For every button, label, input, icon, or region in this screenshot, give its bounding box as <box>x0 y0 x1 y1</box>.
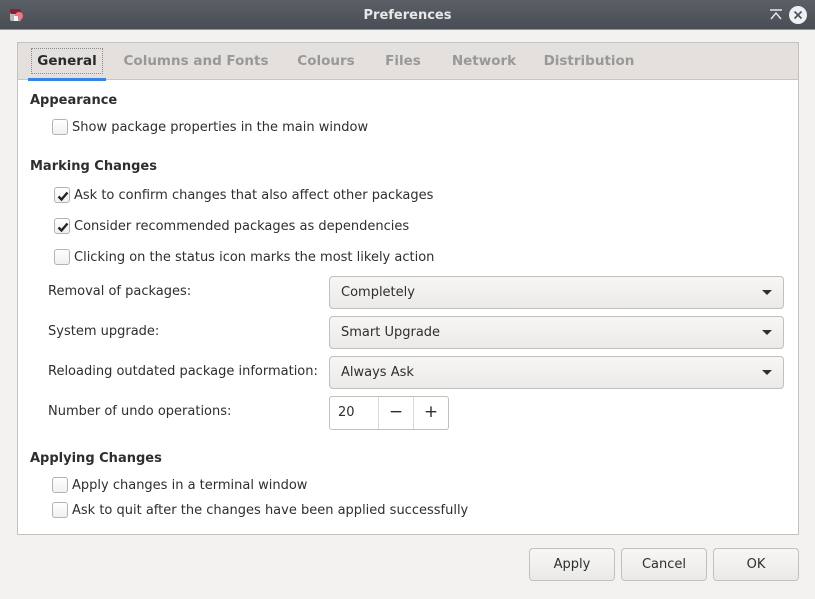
checkbox-unchecked[interactable] <box>52 119 68 135</box>
checkbox-unchecked[interactable] <box>54 249 70 265</box>
increment-button[interactable]: + <box>413 397 448 429</box>
keep-above-icon[interactable] <box>769 8 783 22</box>
tab-label: Columns and Fonts <box>123 53 269 69</box>
removal-combo[interactable]: Completely <box>329 276 784 309</box>
show-properties-checkbox[interactable]: Show package properties in the main wind… <box>52 117 368 137</box>
system-upgrade-label: System upgrade: <box>48 324 160 339</box>
checkbox-label: Consider recommended packages as depende… <box>74 218 410 234</box>
reloading-label: Reloading outdated package information: <box>48 364 318 379</box>
status-icon-checkbox[interactable]: Clicking on the status icon marks the mo… <box>54 247 434 267</box>
recommended-deps-checkbox[interactable]: Consider recommended packages as depende… <box>54 216 409 236</box>
tab-files[interactable]: Files <box>380 43 426 80</box>
title-bar[interactable]: Preferences <box>0 0 815 30</box>
tab-label: Distribution <box>543 53 635 69</box>
combo-value: Smart Upgrade <box>341 325 441 340</box>
checkbox-unchecked[interactable] <box>52 502 68 518</box>
dropdown-arrow-icon <box>762 290 772 295</box>
checkbox-label: Apply changes in a terminal window <box>72 477 308 493</box>
ok-button[interactable]: OK <box>713 548 799 581</box>
checkbox-label: Show package properties in the main wind… <box>72 119 369 135</box>
checkbox-checked[interactable] <box>54 218 70 234</box>
system-upgrade-combo[interactable]: Smart Upgrade <box>329 316 784 349</box>
tab-network[interactable]: Network <box>446 43 522 80</box>
checkbox-unchecked[interactable] <box>52 477 68 493</box>
terminal-checkbox[interactable]: Apply changes in a terminal window <box>52 475 307 495</box>
apply-button[interactable]: Apply <box>529 548 615 581</box>
undo-value-input[interactable]: 20 <box>330 397 378 429</box>
marking-changes-heading: Marking Changes <box>30 159 157 174</box>
undo-spinbox: 20 − + <box>329 396 449 430</box>
tab-general[interactable]: General <box>28 43 106 81</box>
active-tab-indicator <box>28 78 106 81</box>
dropdown-arrow-icon <box>762 370 772 375</box>
reloading-combo[interactable]: Always Ask <box>329 356 784 389</box>
dropdown-arrow-icon <box>762 330 772 335</box>
close-icon[interactable] <box>789 6 807 24</box>
preferences-window: Preferences General Columns and Fonts Co… <box>0 0 815 599</box>
checkmark-icon <box>57 222 69 233</box>
undo-label: Number of undo operations: <box>48 404 232 419</box>
combo-value: Always Ask <box>341 365 414 380</box>
tab-bar: General Columns and Fonts Colours Files … <box>18 43 798 81</box>
window-title: Preferences <box>363 8 452 23</box>
combo-value: Completely <box>341 285 415 300</box>
tab-label: Network <box>451 53 517 69</box>
tab-label: Colours <box>297 53 355 69</box>
tab-widget: General Columns and Fonts Colours Files … <box>17 42 799 535</box>
checkbox-checked[interactable] <box>54 187 70 203</box>
tab-colours[interactable]: Colours <box>292 43 360 80</box>
tab-distribution[interactable]: Distribution <box>540 43 638 80</box>
decrement-button[interactable]: − <box>378 397 413 429</box>
checkbox-label: Ask to quit after the changes have been … <box>72 502 469 518</box>
checkbox-label: Ask to confirm changes that also affect … <box>74 187 434 203</box>
checkbox-label: Clicking on the status icon marks the mo… <box>74 249 435 265</box>
cancel-button[interactable]: Cancel <box>621 548 707 581</box>
applying-changes-heading: Applying Changes <box>30 451 162 466</box>
checkmark-icon <box>57 191 69 202</box>
tab-columns-and-fonts[interactable]: Columns and Fonts <box>121 43 271 80</box>
ask-confirm-checkbox[interactable]: Ask to confirm changes that also affect … <box>54 185 433 205</box>
tab-label: Files <box>385 53 421 69</box>
appearance-heading: Appearance <box>30 93 118 108</box>
removal-label: Removal of packages: <box>48 284 192 299</box>
ask-quit-checkbox[interactable]: Ask to quit after the changes have been … <box>52 500 468 520</box>
focus-ring <box>31 48 103 74</box>
